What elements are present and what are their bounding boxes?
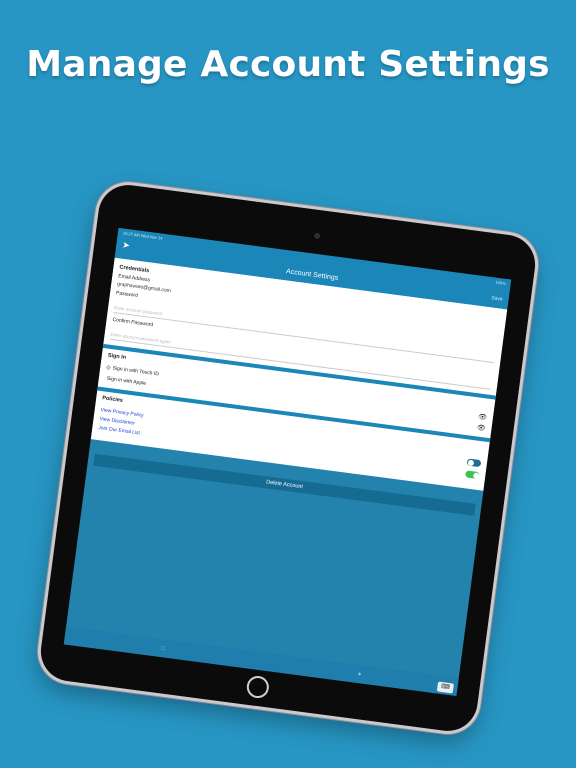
apple-toggle[interactable] — [464, 470, 480, 480]
tab-center[interactable]: ◈ — [357, 671, 362, 677]
eye-icon[interactable]: 👁 — [478, 412, 488, 421]
tab-left[interactable]: ▢ — [161, 645, 166, 652]
eye-icon[interactable]: 👁 — [476, 423, 486, 432]
app-screen: 10:27 AM Wed Nov 14 100% ➤ Account Setti… — [63, 227, 512, 697]
apple-label: Sign in with Apple — [106, 375, 147, 387]
toggle-knob — [472, 471, 480, 479]
touch-id-toggle[interactable] — [466, 458, 482, 468]
toggle-knob — [467, 458, 474, 466]
headline: Manage Account Settings — [26, 44, 550, 85]
battery-level: 100% — [495, 279, 507, 286]
fingerprint-icon: ◎ — [105, 364, 112, 371]
ipad-device: 10:27 AM Wed Nov 14 100% ➤ Account Setti… — [37, 181, 539, 735]
keyboard-icon[interactable]: ⌨ — [436, 681, 454, 694]
